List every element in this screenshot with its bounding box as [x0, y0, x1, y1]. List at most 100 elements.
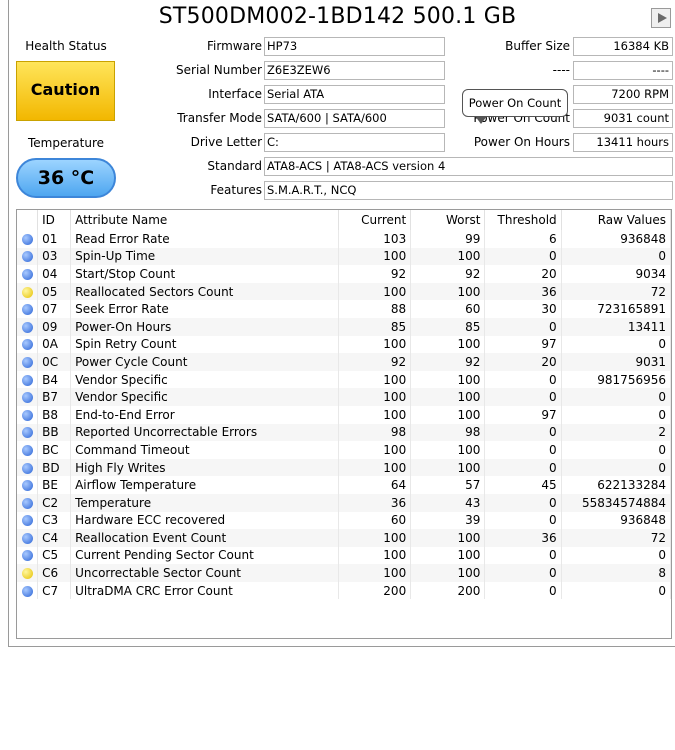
cell-worst: 57 [410, 476, 486, 494]
yellow-dot-icon [21, 568, 33, 580]
column-header-id[interactable]: ID [37, 210, 72, 230]
cell-worst: 100 [410, 405, 486, 424]
cell-current: 36 [338, 493, 412, 512]
cell-threshold: 20 [484, 353, 562, 371]
table-row[interactable]: 05 Reallocated Sectors Count 100 100 36 72 [17, 282, 672, 301]
health-status-badge[interactable]: Caution [16, 61, 115, 121]
cell-attribute-name: Command Timeout [70, 441, 340, 459]
cell-status [17, 476, 39, 494]
cell-status [17, 405, 39, 424]
cell-id: 01 [37, 230, 72, 248]
power-on-hours-field: 13411 hours [573, 133, 673, 152]
smart-attribute-table[interactable]: ID Attribute Name Current Worst Threshol… [16, 209, 672, 639]
cell-attribute-name: Reported Uncorrectable Errors [70, 423, 340, 442]
blue-dot-icon [21, 233, 33, 245]
cell-current: 92 [338, 353, 412, 371]
cell-attribute-name: High Fly Writes [70, 458, 340, 477]
column-header-raw-values[interactable]: Raw Values [561, 210, 672, 230]
column-header-worst[interactable]: Worst [410, 210, 486, 230]
cell-status [17, 370, 39, 389]
cell-attribute-name: Seek Error Rate [70, 300, 340, 318]
cell-attribute-name: Vendor Specific [70, 388, 340, 406]
blue-dot-icon [21, 427, 33, 439]
cell-id: 09 [37, 317, 72, 336]
cell-status [17, 388, 39, 406]
cell-current: 100 [338, 370, 412, 389]
cell-id: 0A [37, 335, 72, 354]
cell-current: 100 [338, 564, 412, 582]
table-row[interactable]: C4 Reallocation Event Count 100 100 36 72 [17, 529, 672, 547]
cell-attribute-name: Power-On Hours [70, 317, 340, 336]
cell-raw-values: 72 [561, 282, 672, 301]
table-row[interactable]: B4 Vendor Specific 100 100 0 981756956 [17, 370, 672, 389]
cell-attribute-name: Reallocation Event Count [70, 529, 340, 547]
cell-id: C7 [37, 581, 72, 600]
cell-current: 100 [338, 546, 412, 565]
cell-id: 04 [37, 265, 72, 283]
buffer-size-label: Buffer Size [505, 39, 570, 53]
cell-threshold: 0 [484, 458, 562, 477]
cell-current: 92 [338, 265, 412, 283]
cell-threshold: 36 [484, 282, 562, 301]
table-row[interactable]: C7 UltraDMA CRC Error Count 200 200 0 0 [17, 581, 672, 600]
cell-threshold: 0 [484, 388, 562, 406]
column-header-status[interactable] [17, 210, 39, 230]
cell-attribute-name: Read Error Rate [70, 230, 340, 248]
column-header-attribute-name[interactable]: Attribute Name [70, 210, 340, 230]
cell-worst: 100 [410, 388, 486, 406]
cell-threshold: 0 [484, 564, 562, 582]
blue-dot-icon [21, 304, 33, 316]
cell-threshold: 0 [484, 493, 562, 512]
cell-raw-values: 936848 [561, 511, 672, 530]
table-row[interactable]: BD High Fly Writes 100 100 0 0 [17, 458, 672, 477]
cell-raw-values: 981756956 [561, 370, 672, 389]
cell-status [17, 511, 39, 530]
temperature-badge[interactable]: 36 °C [16, 158, 116, 198]
interface-field: Serial ATA [264, 85, 445, 104]
cell-worst: 60 [410, 300, 486, 318]
table-row[interactable]: 07 Seek Error Rate 88 60 30 723165891 [17, 300, 672, 318]
table-row[interactable]: 09 Power-On Hours 85 85 0 13411 [17, 317, 672, 336]
cell-attribute-name: End-to-End Error [70, 405, 340, 424]
table-row[interactable]: BE Airflow Temperature 64 57 45 622133284 [17, 476, 672, 494]
play-icon[interactable] [651, 8, 671, 28]
table-row[interactable]: 0A Spin Retry Count 100 100 97 0 [17, 335, 672, 354]
table-row[interactable]: 01 Read Error Rate 103 99 6 936848 [17, 230, 672, 248]
cell-worst: 100 [410, 458, 486, 477]
cell-id: 05 [37, 282, 72, 301]
cell-id: 0C [37, 353, 72, 371]
cell-current: 85 [338, 317, 412, 336]
column-header-current[interactable]: Current [338, 210, 412, 230]
cell-status [17, 493, 39, 512]
cell-id: 03 [37, 247, 72, 266]
cell-current: 98 [338, 423, 412, 442]
features-field: S.M.A.R.T., NCQ [264, 181, 673, 200]
blue-dot-icon [21, 480, 33, 492]
yellow-dot-icon [21, 286, 33, 298]
table-row[interactable]: C5 Current Pending Sector Count 100 100 0 0 [17, 546, 672, 565]
table-row[interactable]: B8 End-to-End Error 100 100 97 0 [17, 405, 672, 424]
table-row[interactable]: C3 Hardware ECC recovered 60 39 0 936848 [17, 511, 672, 530]
power-on-count-tooltip: Power On Count [462, 89, 568, 124]
table-row[interactable]: 0C Power Cycle Count 92 92 20 9031 [17, 353, 672, 371]
blue-dot-icon [21, 532, 33, 544]
table-row[interactable]: BC Command Timeout 100 100 0 0 [17, 441, 672, 459]
cell-id: BB [37, 423, 72, 442]
features-label: Features [210, 183, 262, 197]
cell-worst: 39 [410, 511, 486, 530]
blue-dot-icon [21, 251, 33, 263]
table-row[interactable]: 03 Spin-Up Time 100 100 0 0 [17, 247, 672, 266]
cell-status [17, 423, 39, 442]
table-row[interactable]: 04 Start/Stop Count 92 92 20 9034 [17, 265, 672, 283]
blue-dot-icon [21, 268, 33, 280]
table-row[interactable]: BB Reported Uncorrectable Errors 98 98 0 2 [17, 423, 672, 442]
cell-current: 100 [338, 441, 412, 459]
cell-worst: 100 [410, 564, 486, 582]
table-row[interactable]: B7 Vendor Specific 100 100 0 0 [17, 388, 672, 406]
cell-status [17, 458, 39, 477]
column-header-threshold[interactable]: Threshold [484, 210, 562, 230]
cell-threshold: 0 [484, 546, 562, 565]
cell-status [17, 353, 39, 371]
table-row[interactable]: C2 Temperature 36 43 0 55834574884 [17, 493, 672, 512]
table-row[interactable]: C6 Uncorrectable Sector Count 100 100 0 8 [17, 564, 672, 582]
